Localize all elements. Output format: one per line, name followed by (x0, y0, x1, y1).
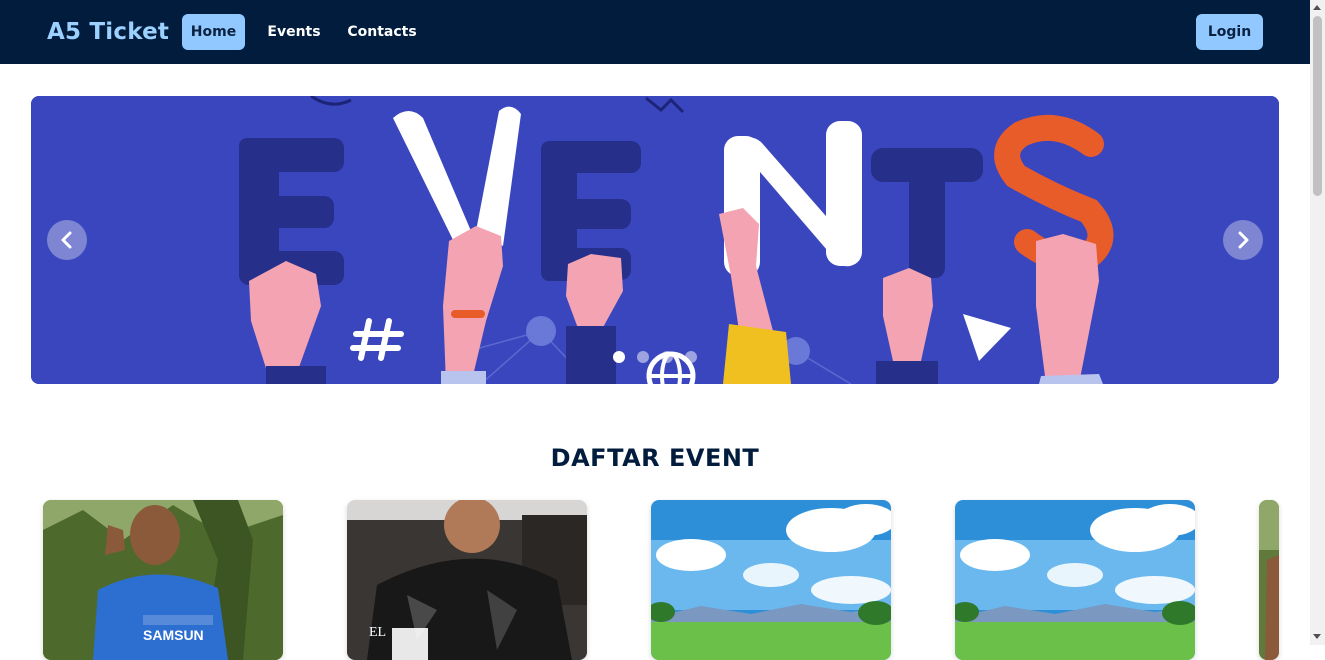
brand-logo[interactable]: A5 Ticket (47, 18, 169, 46)
nav-link-events[interactable]: Events (260, 14, 328, 50)
carousel-dot-2[interactable] (637, 351, 649, 363)
nav-link-contacts[interactable]: Contacts (342, 14, 422, 50)
event-card-1[interactable]: SAMSUN (43, 500, 283, 660)
scroll-up-icon[interactable] (1313, 5, 1321, 10)
carousel-dot-4[interactable] (685, 351, 697, 363)
chevron-left-icon (61, 231, 72, 249)
nav-link-home[interactable]: Home (182, 14, 245, 50)
navbar: A5 Ticket Home Events Contacts Login (0, 0, 1310, 64)
event-image-3 (651, 500, 891, 660)
scroll-thumb[interactable] (1313, 16, 1322, 196)
card-1-poster-text: SAMSUN (143, 627, 204, 643)
scroll-down-icon[interactable] (1313, 634, 1321, 639)
event-image-2: EL (347, 500, 587, 660)
event-image-4 (955, 500, 1195, 660)
page-scrollbar[interactable] (1310, 0, 1325, 645)
card-2-poster-text: EL (369, 625, 386, 640)
event-card-2[interactable]: EL (347, 500, 587, 660)
event-image-5 (1259, 500, 1279, 660)
login-button[interactable]: Login (1196, 14, 1263, 50)
carousel-dot-1[interactable] (613, 351, 625, 363)
carousel-dot-3[interactable] (661, 351, 673, 363)
carousel-prev-button[interactable] (47, 220, 87, 260)
events-banner-image (31, 96, 1279, 384)
event-card-5[interactable] (1259, 500, 1279, 660)
event-card-4[interactable] (955, 500, 1195, 660)
event-image-1: SAMSUN (43, 500, 283, 660)
carousel-next-button[interactable] (1223, 220, 1263, 260)
hero-carousel (31, 96, 1279, 384)
section-title: DAFTAR EVENT (550, 444, 760, 472)
chevron-right-icon (1238, 231, 1249, 249)
event-card-3[interactable] (651, 500, 891, 660)
